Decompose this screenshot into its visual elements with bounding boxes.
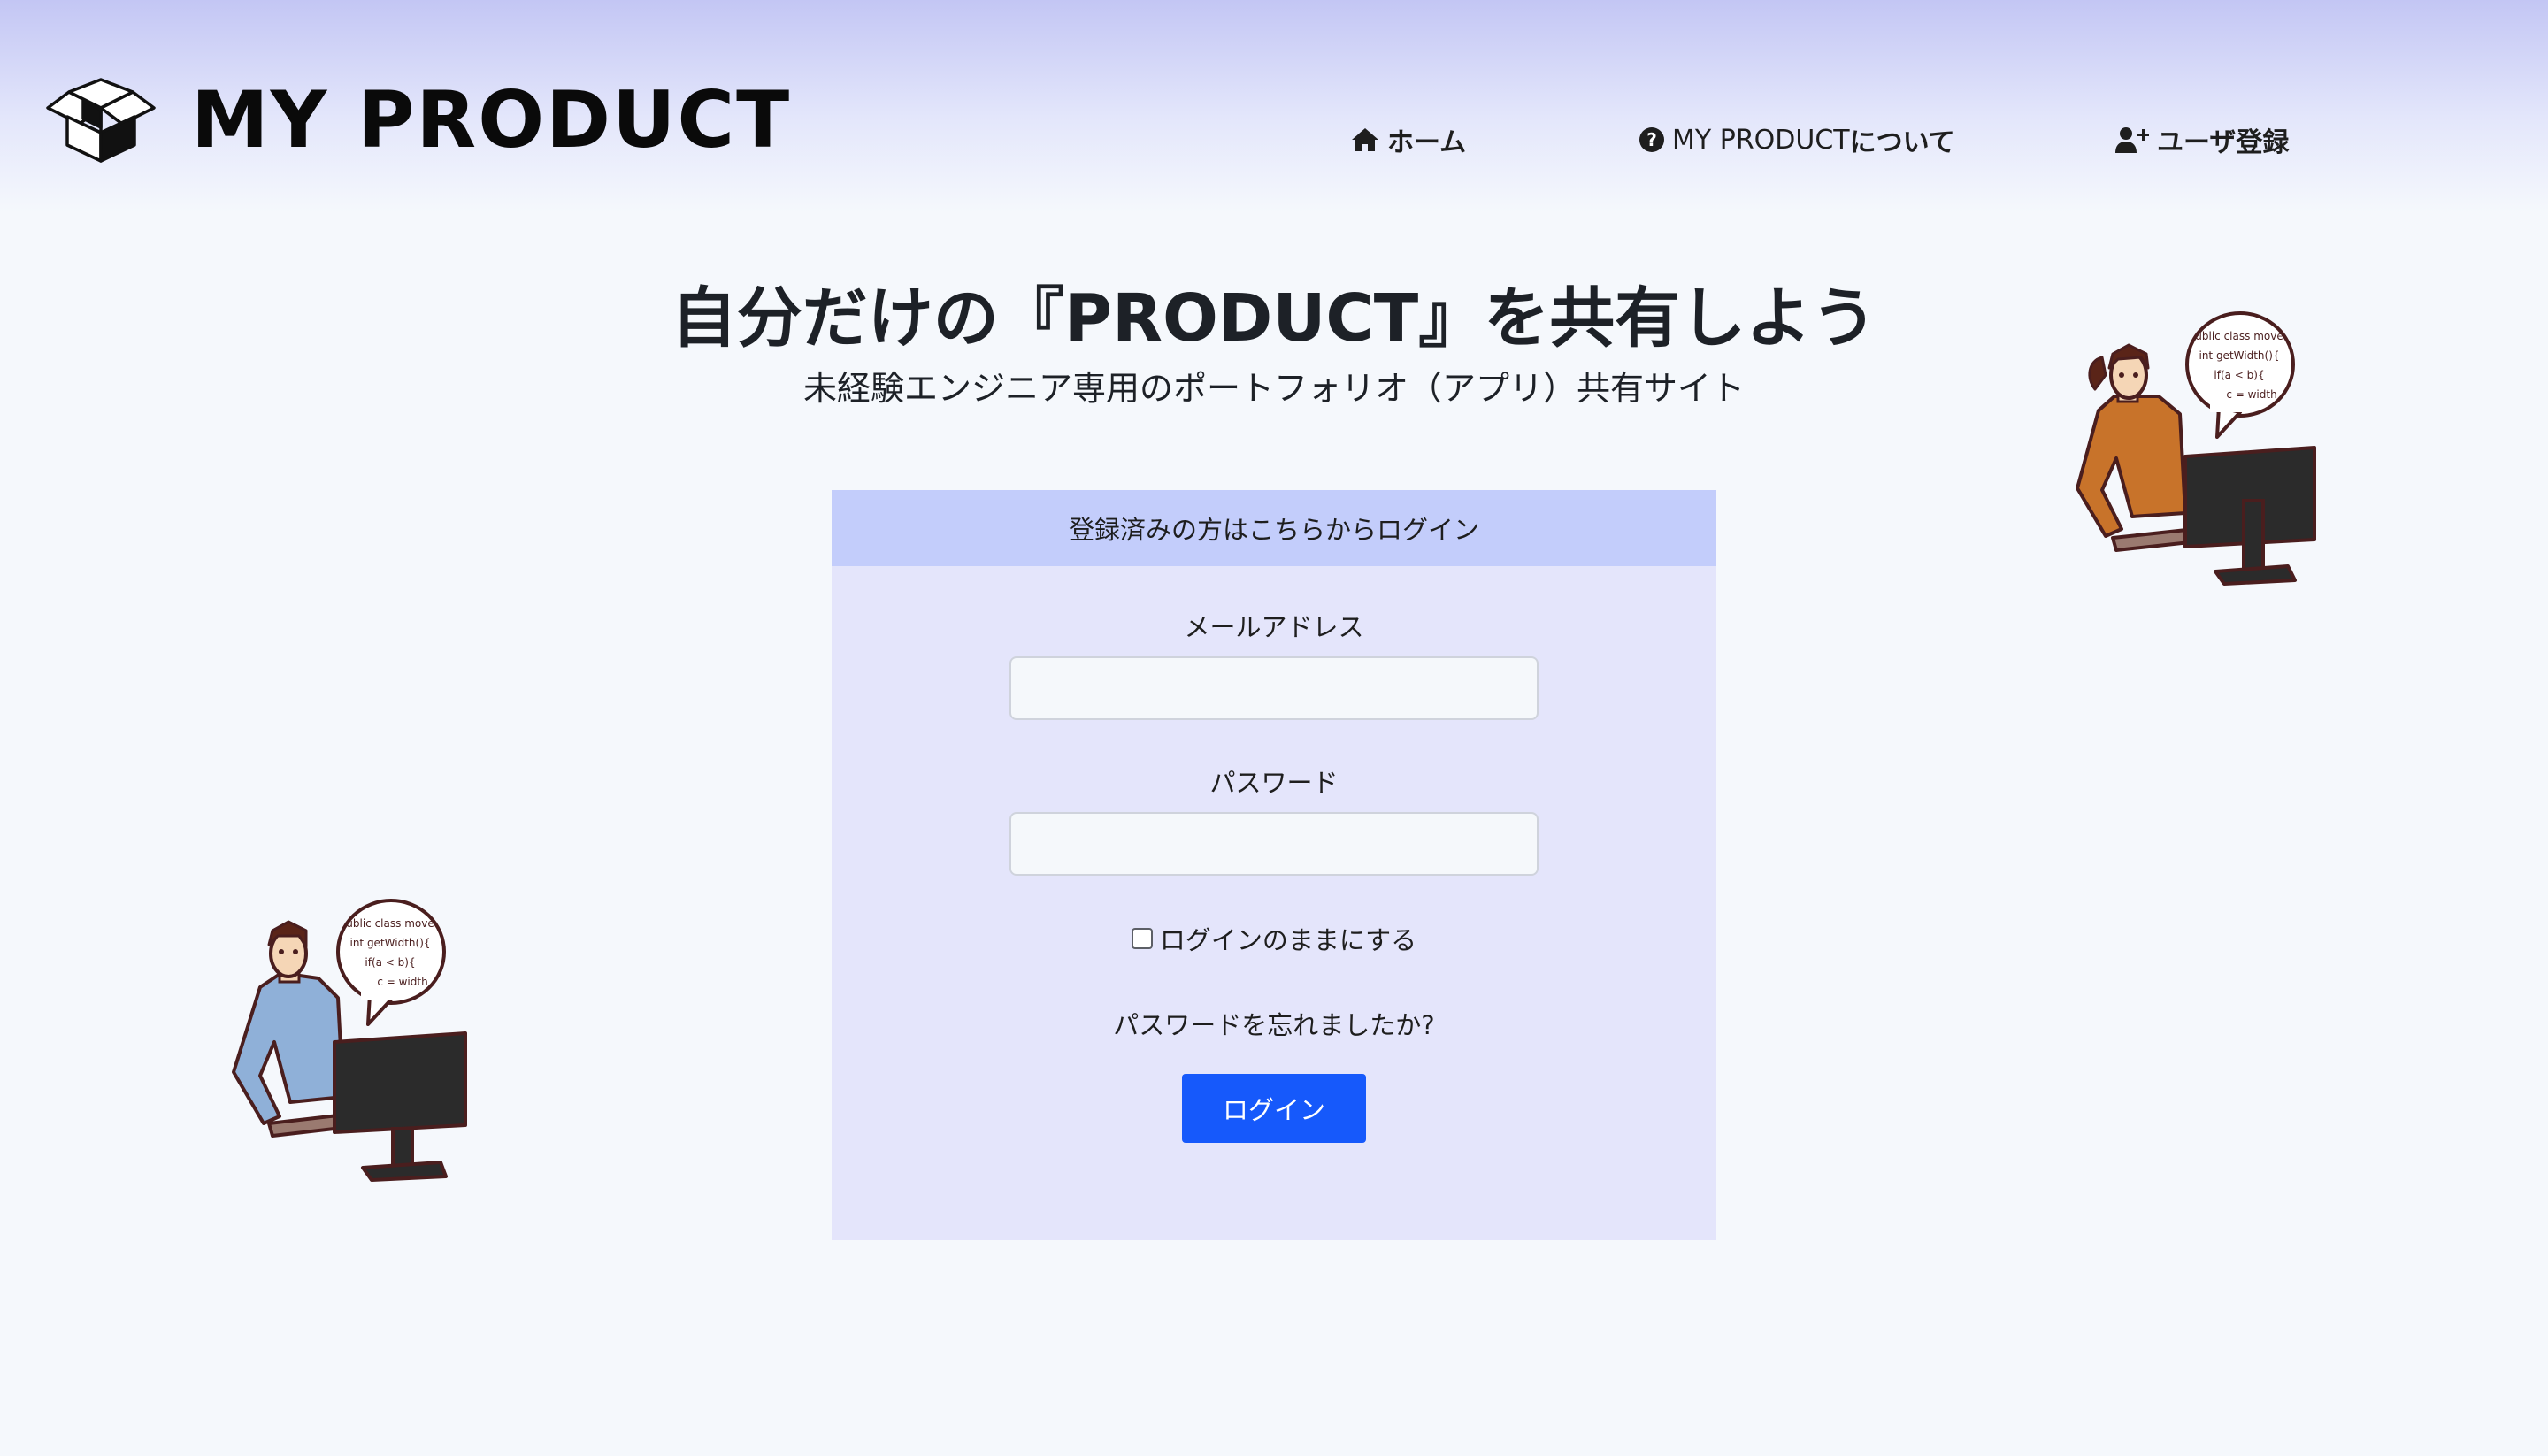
- code-line-4: c = width: [2226, 388, 2276, 401]
- remember-me-checkbox[interactable]: [1131, 928, 1153, 949]
- code-line-3: if(a < b){: [2214, 369, 2264, 381]
- email-label: メールアドレス: [1184, 612, 1364, 642]
- forgot-password-link[interactable]: パスワードを忘れましたか?: [832, 1005, 1716, 1042]
- header: MY PRODUCT ホーム ? MY PRODUCT について ユーザ登録: [0, 0, 2548, 212]
- code-line-2: int getWidth(){: [349, 937, 430, 949]
- login-card: 登録済みの方はこちらからログイン メールアドレス パスワード ログインのままにす…: [832, 490, 1716, 1240]
- remember-me: ログインのままにする: [832, 920, 1716, 957]
- question-circle-icon: ?: [1639, 127, 1664, 152]
- svg-text:?: ?: [1646, 129, 1657, 150]
- code-line-4: c = width: [377, 976, 427, 988]
- code-line-1: ublic class move: [2195, 330, 2283, 342]
- code-line-3: if(a < b){: [365, 956, 415, 969]
- password-label: パスワード: [1209, 768, 1339, 798]
- nav-about-prefix: MY PRODUCT: [1672, 124, 1850, 156]
- home-icon: [1352, 128, 1378, 151]
- speech-bubble: ublic class move int getWidth(){ if(a < …: [2185, 311, 2295, 439]
- speech-bubble: ublic class move int getWidth(){ if(a < …: [336, 899, 446, 1026]
- man-at-computer-illustration: ublic class move int getWidth(){ if(a < …: [232, 899, 467, 1182]
- brand-name: MY PRODUCT: [191, 74, 792, 165]
- login-card-header: 登録済みの方はこちらからログイン: [832, 490, 1716, 566]
- code-line-1: ublic class move: [346, 917, 434, 930]
- code-line-2: int getWidth(){: [2199, 349, 2279, 362]
- nav-home[interactable]: ホーム: [1350, 120, 1466, 159]
- nav-register[interactable]: ユーザ登録: [2114, 120, 2289, 159]
- brand-logo[interactable]: MY PRODUCT: [46, 78, 791, 163]
- nav-about[interactable]: ? MY PRODUCT について: [1639, 120, 1955, 159]
- user-plus-icon: [2115, 127, 2149, 153]
- nav-home-label: ホーム: [1387, 127, 1467, 158]
- open-box-icon: [46, 78, 156, 163]
- remember-me-label[interactable]: ログインのままにする: [1160, 920, 1416, 957]
- woman-at-computer-illustration: ublic class move int getWidth(){ if(a < …: [2076, 311, 2316, 586]
- login-button[interactable]: ログイン: [1182, 1074, 1366, 1143]
- nav-about-suffix: について: [1849, 127, 1955, 158]
- email-field[interactable]: [1009, 656, 1539, 720]
- nav-register-label: ユーザ登録: [2157, 127, 2290, 158]
- password-field[interactable]: [1009, 812, 1539, 876]
